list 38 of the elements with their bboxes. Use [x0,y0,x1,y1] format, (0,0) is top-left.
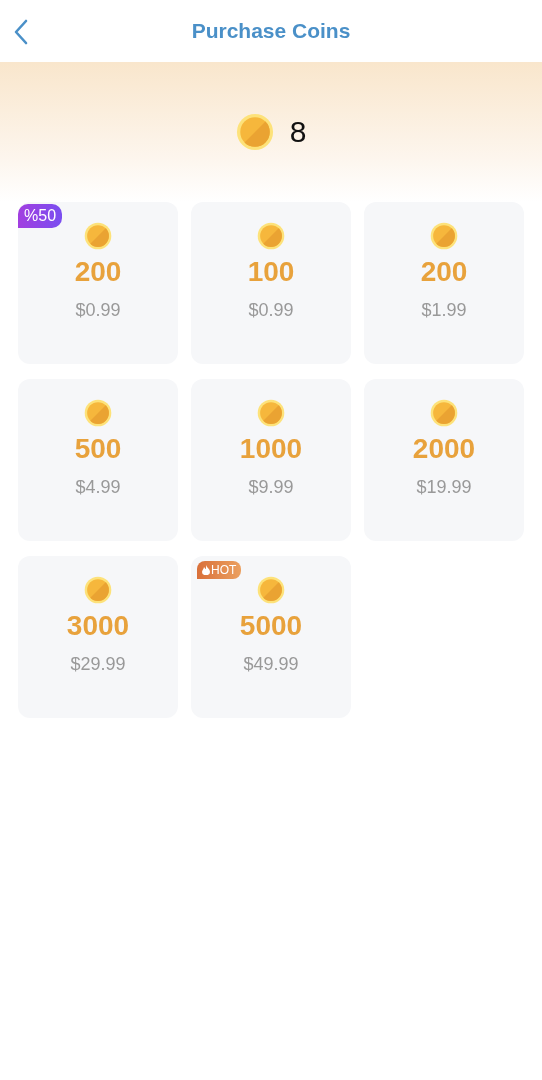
coin-amount: 500 [74,433,122,465]
package-price: $1.99 [421,300,467,321]
coin-icon [430,399,458,427]
coin-package-card[interactable]: 3000 $29.99 [18,556,178,718]
package-price: $0.99 [75,300,121,321]
coin-balance: 8 [289,115,307,149]
coin-package-card[interactable]: 200 $1.99 [364,202,524,364]
coin-package-card[interactable]: 100 $0.99 [191,202,351,364]
coin-amount: 100 [247,256,295,288]
coin-package-card[interactable]: 1000 $9.99 [191,379,351,541]
badge-label: HOT [211,563,237,577]
coin-amount: 1000 [239,433,303,465]
coin-icon [84,576,112,604]
coin-package-card[interactable]: HOT 5000 $49.99 [191,556,351,718]
coin-amount: 3000 [66,610,130,642]
flame-icon [202,565,210,575]
package-price: $29.99 [70,654,126,675]
coin-package-card[interactable]: 500 $4.99 [18,379,178,541]
coin-icon [235,113,274,151]
coin-amount: 200 [420,256,468,288]
coin-amount: 200 [74,256,122,288]
package-price: $9.99 [248,477,294,498]
badge-label: %50 [24,207,57,225]
coin-package-card[interactable]: %50 200 $0.99 [18,202,178,364]
coin-package-card[interactable]: 2000 $19.99 [364,379,524,541]
package-price: $0.99 [248,300,294,321]
coin-icon [84,222,112,250]
page-title: Purchase Coins [191,19,351,43]
package-price: $49.99 [243,654,299,675]
coin-icon [257,222,285,250]
coin-icon [84,399,112,427]
coin-icon [257,399,285,427]
package-price: $19.99 [416,477,472,498]
coin-icon [430,222,458,250]
package-price: $4.99 [75,477,121,498]
coin-amount: 5000 [239,610,303,642]
coin-amount: 2000 [412,433,476,465]
coin-icon [257,576,285,604]
